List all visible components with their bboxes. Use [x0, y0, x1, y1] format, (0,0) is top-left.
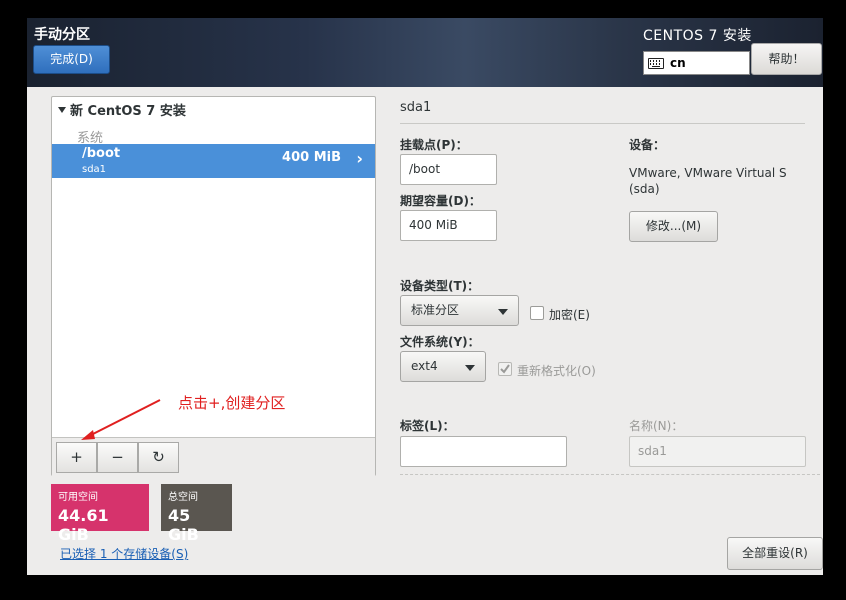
chevron-right-icon: › — [356, 149, 363, 168]
available-space-box: 可用空间 44.61 GiB — [51, 484, 149, 544]
total-space-box: 总空间 45 GiB — [161, 484, 232, 544]
device-type-value: 标准分区 — [411, 303, 460, 317]
name-label: 名称(N)： — [629, 419, 684, 433]
mount-size: 400 MiB — [282, 150, 341, 165]
filesystem-value: ext4 — [411, 359, 438, 373]
name-field[interactable]: sda1 — [629, 436, 806, 467]
annotation-text: 点击+,创建分区 — [178, 394, 286, 412]
device-type-label: 设备类型(T)： — [400, 279, 480, 293]
help-button[interactable]: 帮助！ — [751, 43, 822, 75]
keyboard-layout-indicator[interactable]: cn — [643, 51, 750, 75]
tag-label: 标签(L)： — [400, 419, 455, 433]
modify-button[interactable]: 修改...(M) — [629, 211, 718, 242]
section-divider — [400, 474, 820, 475]
encrypt-checkbox[interactable] — [530, 306, 544, 320]
header-bar: 手动分区 完成(D) CENTOS 7 安装 cn 帮助！ — [27, 18, 823, 87]
checkmark-icon — [500, 364, 510, 374]
available-space-label: 可用空间 — [58, 492, 98, 503]
partition-window: 手动分区 完成(D) CENTOS 7 安装 cn 帮助！ 新 CentOS 7… — [27, 18, 823, 575]
device-description: VMware, VMware Virtual S (sda) — [629, 165, 787, 197]
reformat-checkbox[interactable] — [498, 362, 512, 376]
install-group-title: 新 CentOS 7 安装 — [70, 104, 186, 119]
capacity-field[interactable]: 400 MiB — [400, 210, 497, 241]
keyboard-layout-label: cn — [670, 56, 686, 70]
device-type-select[interactable]: 标准分区 — [400, 295, 519, 326]
mount-device: sda1 — [82, 164, 107, 175]
device-id: (sda) — [629, 182, 660, 196]
chevron-down-icon — [465, 364, 475, 371]
filesystem-select[interactable]: ext4 — [400, 351, 486, 382]
mount-row-boot[interactable]: /boot sda1 400 MiB › — [52, 144, 375, 178]
total-space-value: 45 GiB — [168, 506, 199, 544]
page-title: 手动分区 — [34, 27, 90, 43]
mount-point-field[interactable]: /boot — [400, 154, 497, 185]
encrypt-label: 加密(E) — [549, 308, 590, 322]
available-space-value: 44.61 GiB — [58, 506, 109, 544]
title-divider — [400, 123, 805, 124]
partition-title: sda1 — [400, 100, 432, 115]
device-name: VMware, VMware Virtual S — [629, 166, 787, 180]
install-group-header[interactable]: 新 CentOS 7 安装 — [58, 100, 186, 119]
reset-all-button[interactable]: 全部重设(R) — [727, 537, 823, 570]
expander-triangle-icon — [58, 107, 66, 113]
total-space-label: 总空间 — [168, 492, 198, 503]
mount-name: /boot — [82, 146, 121, 161]
tag-field[interactable] — [400, 436, 567, 467]
device-label: 设备： — [629, 138, 666, 152]
done-button[interactable]: 完成(D) — [33, 45, 110, 74]
annotation-arrow — [81, 399, 161, 440]
reformat-label: 重新格式化(O) — [517, 364, 596, 378]
install-title: CENTOS 7 安装 — [643, 28, 752, 44]
filesystem-label: 文件系统(Y)： — [400, 335, 480, 349]
selected-storage-link[interactable]: 已选择 1 个存储设备(S) — [60, 545, 188, 562]
mount-point-label: 挂载点(P)： — [400, 138, 468, 152]
keyboard-icon — [648, 57, 664, 69]
chevron-down-icon — [498, 308, 508, 315]
capacity-label: 期望容量(D)： — [400, 194, 481, 208]
